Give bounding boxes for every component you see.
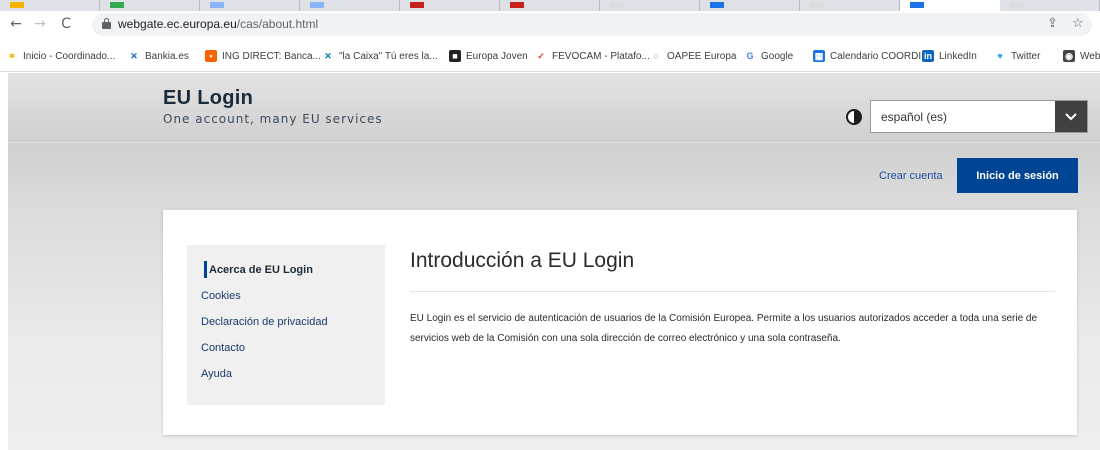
intro-paragraph: EU Login es el servicio de autenticación… [410,313,1038,344]
ing-icon: ▪ [205,50,217,62]
bookmark-item[interactable]: G Google [744,49,793,63]
browser-tab[interactable] [600,0,700,11]
europa-joven-icon: ■ [449,50,461,62]
bookmark-item[interactable]: ■ Europa Joven [449,49,528,63]
bookmark-item[interactable]: ✕ "la Caixa" Tú eres la... [322,49,438,63]
oapee-icon: ○ [653,51,659,61]
bookmark-label: OAPEE Europa [667,50,737,62]
bookmark-label: Twitter [1011,50,1041,62]
page-title: Introducción a EU Login [410,249,635,272]
twitter-icon: ♥ [997,51,1003,61]
address-url[interactable]: webgate.ec.europa.eu/cas/about.html [118,17,318,31]
browser-tab[interactable] [500,0,600,11]
site-subtitle: One account, many EU services [163,112,383,126]
language-select[interactable]: español (es) [870,100,1088,133]
url-host: webgate.ec.europa.eu [118,17,237,31]
bookmark-star-icon[interactable]: ☆ [1072,16,1084,31]
browser-tab[interactable] [100,0,200,11]
share-icon[interactable]: ⇪ [1047,16,1058,31]
eu-login-page: EU Login One account, many EU services e… [8,73,1100,450]
create-account-link[interactable]: Crear cuenta [879,170,943,182]
contrast-icon[interactable] [846,109,862,125]
sidenav-item-cookies[interactable]: Cookies [201,290,241,302]
browser-toolbar: ← → C webgate.ec.europa.eu/cas/about.htm… [0,11,1100,39]
tab-favicon-icon [210,2,224,8]
caixa-icon: ✕ [324,50,332,61]
login-button[interactable]: Inicio de sesión [957,158,1078,193]
back-arrow-icon[interactable]: ← [6,14,26,34]
lock-icon [102,18,111,29]
side-navigation: Acerca de EU Login Cookies Declaración d… [187,245,385,405]
tab-favicon-icon [310,2,324,8]
bookmark-item[interactable]: ○ OAPEE Europa [650,49,736,63]
tab-favicon-icon [510,2,524,8]
bookmark-label: Bankia.es [145,50,189,62]
title-divider [410,291,1055,292]
chevron-down-icon[interactable] [1055,101,1087,132]
tab-favicon-icon [610,2,624,8]
fevocam-icon: ✓ [537,50,545,61]
tab-favicon-icon [1010,2,1024,8]
reload-icon[interactable]: C [56,14,76,34]
sidenav-item-help[interactable]: Ayuda [201,368,232,380]
active-indicator [204,261,207,278]
url-path: /cas/about.html [236,17,319,31]
header-divider [8,142,1100,143]
sidenav-item-about[interactable]: Acerca de EU Login [209,264,313,276]
bookmark-label: Europa Joven [466,50,528,62]
browser-tab[interactable] [800,0,900,11]
browser-tab[interactable] [0,0,100,11]
language-value: español (es) [881,110,948,124]
tab-favicon-icon [10,2,24,8]
browser-tab-strip [0,0,1100,11]
bookmark-label: FEVOCAM - Platafo... [552,50,650,62]
browser-tab[interactable] [700,0,800,11]
address-bar[interactable]: webgate.ec.europa.eu/cas/about.html ⇪ ☆ [92,13,1092,36]
bookmarks-bar: ✶ Inicio - Coordinado... ✕ Bankia.es ▪ ING … [0,39,1100,72]
bookmark-item[interactable]: ♥ Twitter [994,49,1040,63]
tab-favicon-icon [110,2,124,8]
web-icon: ◉ [1063,50,1075,62]
figure-icon: ✶ [8,50,16,61]
bankia-icon: ✕ [130,50,138,61]
tab-favicon-icon [710,2,724,8]
bookmark-item[interactable]: ✓ FEVOCAM - Platafo... [535,49,650,63]
bookmark-label: LinkedIn [939,50,977,62]
tab-favicon-icon [910,2,924,8]
bookmark-label: Web [1080,50,1100,62]
browser-tab[interactable] [1000,0,1100,11]
bookmark-label: ING DIRECT: Banca... [222,50,321,62]
tab-favicon-icon [810,2,824,8]
calendar-icon: ▦ [813,50,825,62]
bookmark-item[interactable]: in LinkedIn [922,49,977,63]
google-icon: G [746,51,754,61]
bookmark-item[interactable]: ▪ ING DIRECT: Banca... [205,49,321,63]
bookmark-item[interactable]: ✕ Bankia.es [128,49,189,63]
bookmark-label: Calendario COORDI [830,50,922,62]
forward-arrow-icon[interactable]: → [30,14,50,34]
bookmark-item[interactable]: ✶ Inicio - Coordinado... [6,49,115,63]
bookmark-label: Google [761,50,794,62]
sidenav-item-privacy[interactable]: Declaración de privacidad [201,316,328,328]
content-card: Acerca de EU Login Cookies Declaración d… [163,210,1077,435]
site-title[interactable]: EU Login [163,87,253,110]
bookmark-label: "la Caixa" Tú eres la... [339,50,438,62]
tab-favicon-icon [410,2,424,8]
browser-tab[interactable] [200,0,300,11]
linkedin-icon: in [922,50,934,62]
browser-tab[interactable] [400,0,500,11]
bookmark-item[interactable]: ▦ Calendario COORDI [813,49,921,63]
browser-tab-active[interactable] [900,0,1000,11]
browser-tab[interactable] [300,0,400,11]
sidenav-item-contact[interactable]: Contacto [201,342,245,354]
bookmark-label: Inicio - Coordinado... [23,50,116,62]
bookmark-item[interactable]: ◉ Web [1063,49,1100,63]
